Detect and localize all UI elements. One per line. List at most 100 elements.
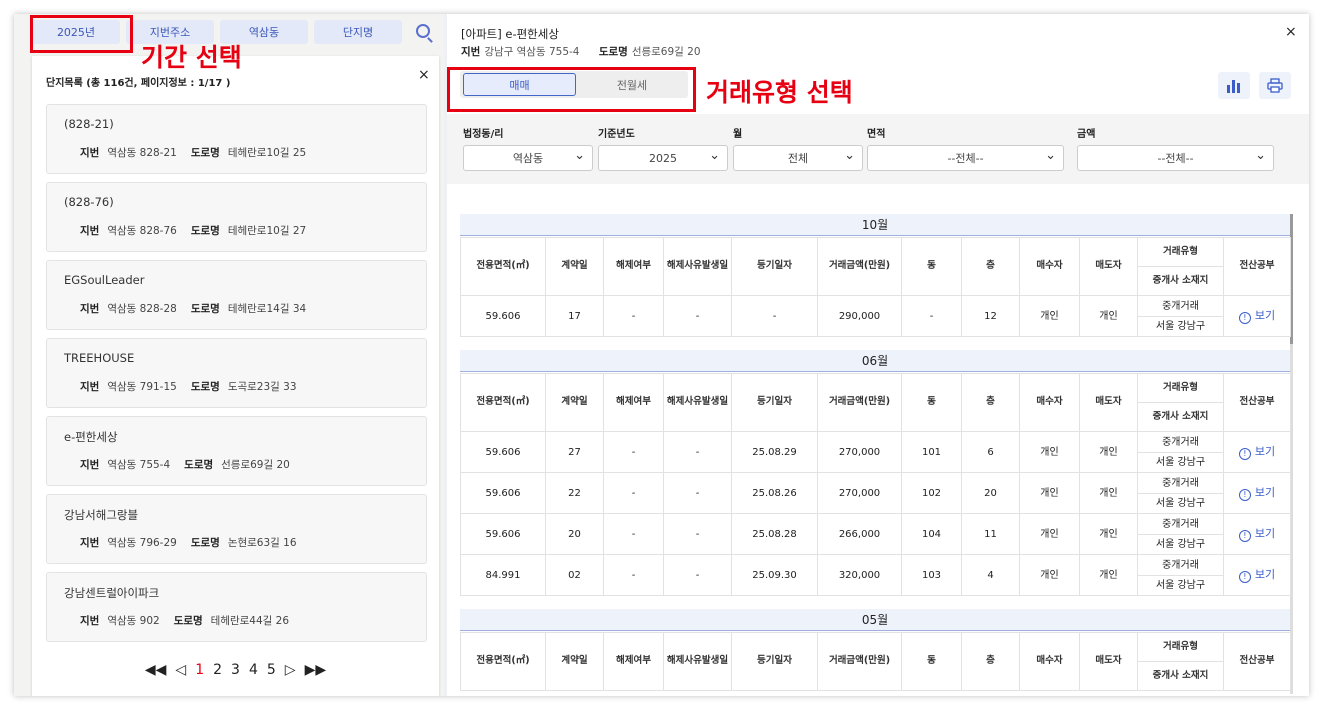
cell-dong: 103 — [901, 554, 962, 596]
list-item[interactable]: EGSoulLeader 지번 역삼동 828-28 도로명 테헤란로14길 34 — [46, 260, 427, 330]
cell-floor: 11 — [961, 513, 1020, 555]
chart-button[interactable] — [1218, 72, 1250, 99]
pagination: ◀◀ ◁ 1 2 3 4 5 ▷ ▶▶ — [32, 662, 439, 678]
col-header-buyer: 매수자 — [1019, 237, 1080, 296]
jibun-label: 지번 — [80, 615, 100, 627]
search-icon[interactable] — [416, 24, 430, 38]
cell-cancel: - — [603, 513, 664, 555]
cell-cancel_date: - — [663, 472, 732, 514]
cell-seller: 개인 — [1079, 472, 1138, 514]
jibun-label: 지번 — [80, 381, 100, 393]
table-row: 84.991 02- -25.09.30 320,000 103 4 개인 개인 중개거래! 보기 — [460, 554, 1291, 596]
dong-select[interactable]: 역삼동 — [463, 145, 593, 171]
cell-reg: - — [731, 295, 818, 337]
page-2[interactable]: 2 — [213, 662, 222, 678]
cell-cancel_date: - — [663, 431, 732, 473]
print-button[interactable] — [1259, 72, 1291, 99]
cell-day: 27 — [545, 431, 604, 473]
col-header-buyer: 매수자 — [1019, 373, 1080, 432]
col-header-price: 거래금액(만원) — [817, 373, 902, 432]
cell-buyer: 개인 — [1019, 554, 1080, 596]
jibun-value: 역삼동 828-21 — [107, 147, 177, 159]
filter-label-price: 금액 — [1077, 129, 1096, 140]
page-4[interactable]: 4 — [249, 662, 258, 678]
prev-page-button[interactable]: ◁ — [175, 662, 186, 678]
first-page-button[interactable]: ◀◀ — [145, 662, 167, 678]
complex-address: 지번 역삼동 828-21 도로명 테헤란로10길 25 — [80, 145, 320, 160]
list-item[interactable]: (828-76) 지번 역삼동 828-76 도로명 테헤란로10길 27 — [46, 182, 427, 252]
page-3[interactable]: 3 — [231, 662, 240, 678]
cell-area: 59.606 — [460, 513, 546, 555]
transaction-table: 전용면적(㎡) 계약일 해제여부 해제사유발생일 등기일자 거래금액(만원) 동 층 매수자 매도… — [460, 632, 1291, 691]
month-header: 05월 — [460, 609, 1290, 631]
view-doc-button[interactable]: ! 보기 — [1238, 309, 1275, 324]
col-header-trade-type: 거래유형 — [1137, 632, 1224, 662]
road-label: 도로명 — [190, 381, 220, 393]
list-item[interactable]: 강남서해그랑블 지번 역삼동 796-29 도로명 논현로63길 16 — [46, 494, 427, 564]
view-doc-label: 보기 — [1254, 485, 1276, 499]
cell-buyer: 개인 — [1019, 295, 1080, 337]
last-page-button[interactable]: ▶▶ — [305, 662, 327, 678]
road-label: 도로명 — [190, 537, 220, 549]
cell-agent-loc: 서울 강남구 — [1137, 575, 1224, 596]
col-header-cancel_date: 해제사유발생일 — [663, 632, 732, 691]
cell-cancel_date: - — [663, 513, 732, 555]
close-icon[interactable]: × — [418, 67, 430, 83]
road-label: 도로명 — [598, 46, 628, 58]
jibun-value: 역삼동 796-29 — [107, 537, 177, 549]
complex-list-panel: 단지목록 (총 116건, 페이지정보 : 1/17 ) × (828-21) 지… — [32, 56, 439, 696]
list-item[interactable]: e-편한세상 지번 역삼동 755-4 도로명 선릉로69길 20 — [46, 416, 427, 486]
complex-address: 지번 역삼동 902 도로명 테헤란로44길 26 — [80, 613, 303, 628]
info-icon: ! — [1238, 570, 1251, 583]
app-window: 2025년 지번주소 역삼동 단지명 단지목록 (총 116건, 페이지정보 :… — [14, 14, 1309, 696]
road-value: 논현로63길 16 — [227, 537, 297, 549]
col-header-doc: 전산공부 — [1223, 632, 1291, 691]
view-doc-button[interactable]: ! 보기 — [1238, 568, 1275, 583]
col-header-price: 거래금액(만원) — [817, 632, 902, 691]
list-item[interactable]: (828-21) 지번 역삼동 828-21 도로명 테헤란로10길 25 — [46, 104, 427, 174]
road-value: 테헤란로44길 26 — [210, 615, 290, 627]
view-doc-button[interactable]: ! 보기 — [1238, 527, 1275, 542]
cell-area: 59.606 — [460, 295, 546, 337]
month-select[interactable]: 전체 — [733, 145, 863, 171]
year-select[interactable]: 2025 — [598, 145, 728, 171]
cell-price: 290,000 — [817, 295, 902, 337]
jibun-value: 강남구 역삼동 755-4 — [484, 46, 580, 58]
col-header-contract_day: 계약일 — [545, 237, 604, 296]
cell-trade-type: 중개거래 — [1137, 472, 1224, 494]
list-item[interactable]: TREEHOUSE 지번 역삼동 791-15 도로명 도곡로23길 33 — [46, 338, 427, 408]
cell-buyer: 개인 — [1019, 431, 1080, 473]
complex-name-button[interactable]: 단지명 — [314, 20, 402, 44]
cell-trade-type: 중개거래 — [1137, 554, 1224, 576]
trade-type-highlight-box — [447, 67, 696, 112]
cell-floor: 12 — [961, 295, 1020, 337]
info-icon: ! — [1238, 447, 1251, 460]
detail-close-icon[interactable]: × — [1285, 24, 1297, 40]
cell-cancel: - — [603, 554, 664, 596]
page-5[interactable]: 5 — [267, 662, 276, 678]
col-header-seller: 매도자 — [1079, 632, 1138, 691]
cell-reg: 25.08.29 — [731, 431, 818, 473]
view-doc-button[interactable]: ! 보기 — [1238, 485, 1276, 501]
cell-trade-type: 중개거래 — [1137, 513, 1224, 535]
next-page-button[interactable]: ▷ — [285, 662, 296, 678]
complex-name: 강남센트럴아이파크 — [64, 586, 160, 600]
cell-day: 22 — [545, 472, 604, 514]
area-select[interactable]: --전체-- — [867, 145, 1064, 171]
cell-agent-loc: 서울 강남구 — [1137, 316, 1224, 337]
col-header-agent-loc: 중개사 소재지 — [1137, 402, 1224, 432]
col-header-cancel: 해제여부 — [603, 632, 664, 691]
road-label: 도로명 — [184, 459, 214, 471]
jibun-value: 역삼동 791-15 — [107, 381, 177, 393]
list-item[interactable]: 강남센트럴아이파크지번 역삼동 902 도로명 테헤란로44길 26 — [46, 572, 427, 642]
cell-seller: 개인 — [1079, 513, 1138, 555]
info-icon: ! — [1238, 311, 1251, 324]
complex-name: EGSoulLeader — [64, 273, 145, 287]
page-1[interactable]: 1 — [195, 662, 204, 678]
col-header-cancel_date: 해제사유발생일 — [663, 373, 732, 432]
cell-cancel: - — [603, 472, 664, 514]
view-doc-button[interactable]: ! 보기 — [1238, 445, 1275, 460]
price-select[interactable]: --전체-- — [1077, 145, 1274, 171]
filter-label-dong: 법정동/리 — [463, 129, 504, 140]
transaction-table-area[interactable]: 10월 전용면적(㎡) 계약일 해제여부 해제사유발생일 등기일자 거래금액(만원) 동 층 매수… — [447, 186, 1309, 696]
